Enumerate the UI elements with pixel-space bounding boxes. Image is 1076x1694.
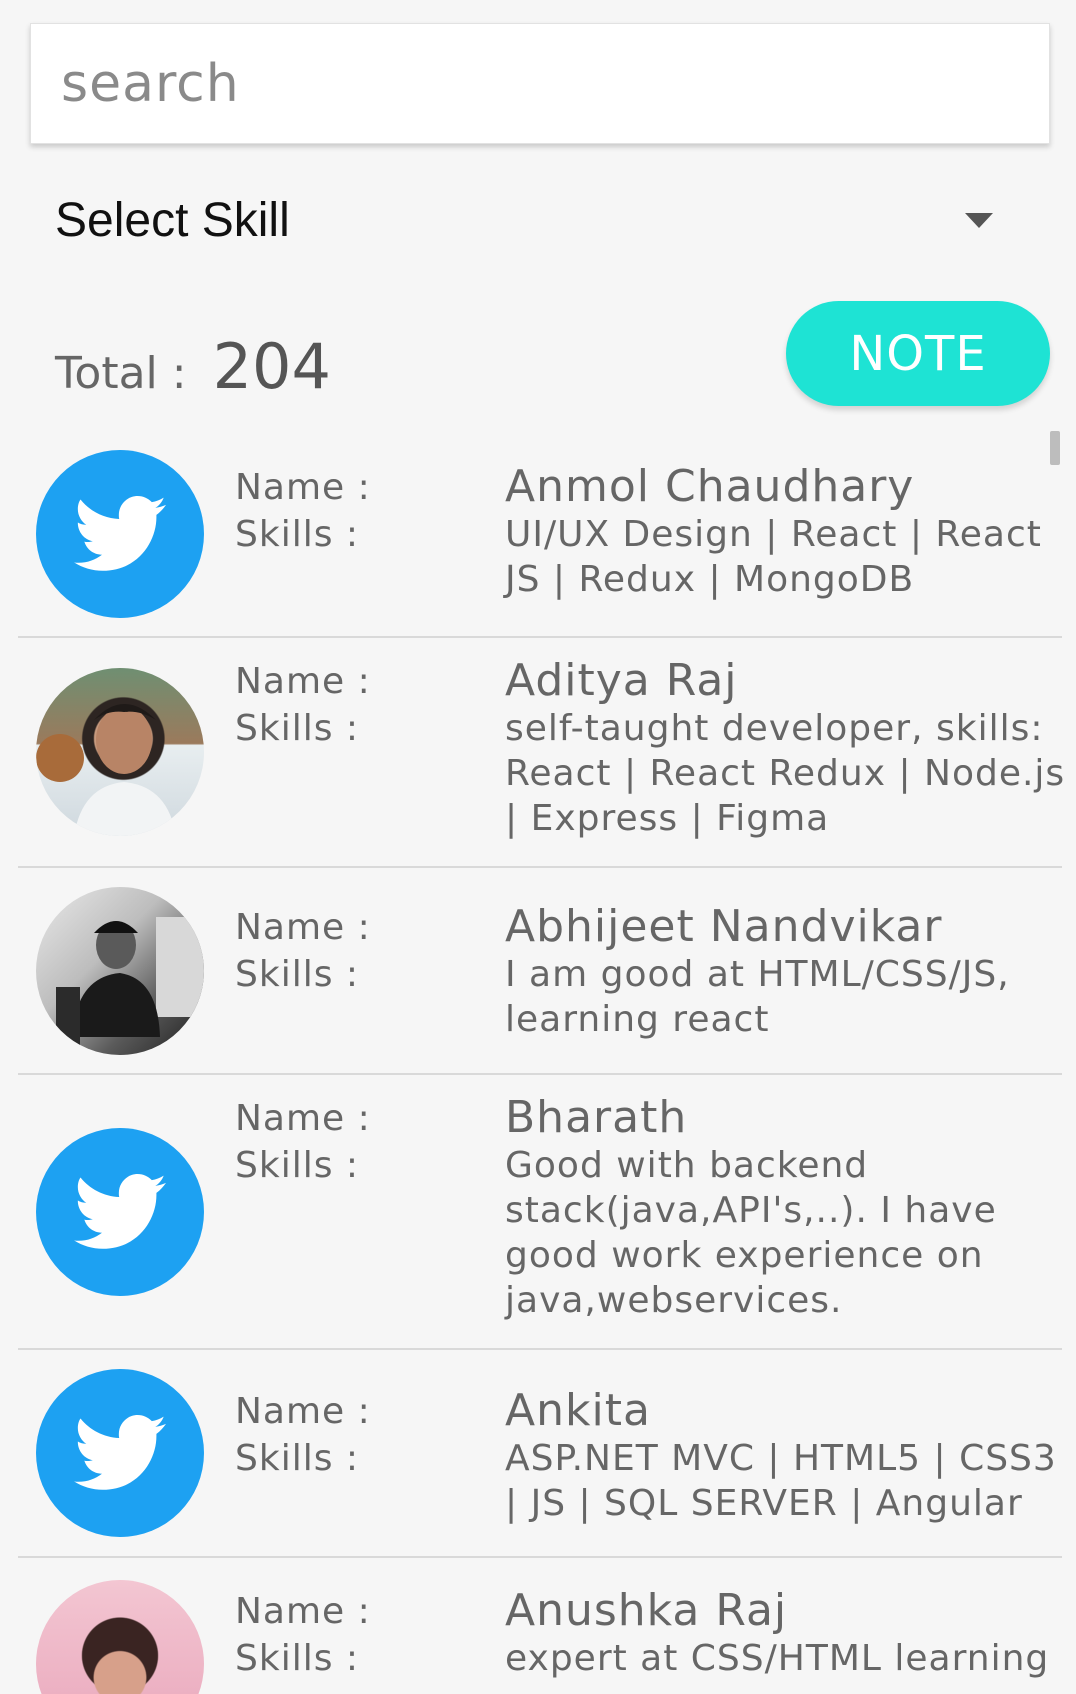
field-labels: Name : Skills :: [235, 1388, 371, 1482]
user-skills: I am good at HTML/CSS/JS, learning react: [505, 954, 1010, 1040]
name-label: Name :: [235, 1391, 371, 1432]
user-skills: ASP.NET MVC | HTML5 | CSS3 | JS | SQL SE…: [505, 1438, 1057, 1524]
name-label: Name :: [235, 907, 371, 948]
name-label: Name :: [235, 467, 371, 508]
user-name: Aditya Raj: [505, 655, 738, 706]
skills-label: Skills :: [235, 1438, 360, 1479]
user-details: Anmol Chaudhary UI/UX Design | React | R…: [505, 462, 1075, 602]
user-details: Ankita ASP.NET MVC | HTML5 | CSS3 | JS |…: [505, 1386, 1075, 1526]
user-skills: UI/UX Design | React | React JS | Redux …: [505, 514, 1042, 600]
user-details: Abhijeet Nandvikar I am good at HTML/CSS…: [505, 902, 1075, 1042]
field-labels: Name : Skills :: [235, 1095, 371, 1189]
user-list: Name : Skills : Anmol Chaudhary UI/UX De…: [0, 432, 1076, 1694]
list-item[interactable]: Name : Skills : Anmol Chaudhary UI/UX De…: [18, 432, 1062, 638]
skill-dropdown[interactable]: Select Skill: [55, 180, 1005, 260]
name-label: Name :: [235, 1098, 371, 1139]
avatar: [36, 886, 204, 1055]
name-label: Name :: [235, 1591, 371, 1632]
user-name: Anmol Chaudhary: [505, 461, 915, 512]
field-labels: Name : Skills :: [235, 1588, 371, 1682]
name-label: Name :: [235, 661, 371, 702]
total-count: 204: [212, 330, 331, 403]
search-input[interactable]: [31, 24, 1049, 143]
user-skills: self-taught developer, skills: React | R…: [505, 708, 1066, 839]
chevron-down-icon: [965, 212, 993, 228]
user-details: Aditya Raj self-taught developer, skills…: [505, 656, 1075, 841]
user-skills: Good with backend stack(java,API's,..). …: [505, 1145, 997, 1321]
field-labels: Name : Skills :: [235, 904, 371, 998]
skills-label: Skills :: [235, 954, 360, 995]
total-label: Total :: [55, 348, 187, 399]
user-details: Anushka Raj expert at CSS/HTML learning: [505, 1586, 1075, 1681]
avatar: [36, 1580, 204, 1694]
search-box: [30, 23, 1050, 144]
skills-label: Skills :: [235, 1638, 360, 1679]
skills-label: Skills :: [235, 708, 360, 749]
user-details: Bharath Good with backend stack(java,API…: [505, 1093, 1075, 1323]
app-screen: Select Skill Total : 204 NOTE Name : Ski…: [0, 0, 1076, 1694]
skills-label: Skills :: [235, 1145, 360, 1186]
skill-dropdown-label: Select Skill: [55, 193, 290, 247]
user-name: Ankita: [505, 1385, 651, 1436]
avatar: [36, 668, 204, 836]
field-labels: Name : Skills :: [235, 464, 371, 558]
twitter-icon: [36, 1127, 204, 1296]
user-name: Bharath: [505, 1092, 688, 1143]
note-button[interactable]: NOTE: [786, 301, 1050, 406]
skills-label: Skills :: [235, 514, 360, 555]
user-name: Abhijeet Nandvikar: [505, 901, 943, 952]
list-item[interactable]: Name : Skills : Bharath Good with backen…: [18, 1075, 1062, 1350]
user-name: Anushka Raj: [505, 1585, 788, 1636]
field-labels: Name : Skills :: [235, 658, 371, 752]
twitter-icon: [36, 1369, 204, 1537]
user-skills: expert at CSS/HTML learning: [505, 1638, 1050, 1679]
list-item[interactable]: Name : Skills : Abhijeet Nandvikar I am …: [18, 868, 1062, 1075]
list-item[interactable]: Name : Skills : Aditya Raj self-taught d…: [18, 638, 1064, 868]
list-item[interactable]: Name : Skills : Ankita ASP.NET MVC | HTM…: [18, 1350, 1062, 1558]
list-item[interactable]: Name : Skills : Anushka Raj expert at CS…: [18, 1558, 1062, 1694]
twitter-icon: [36, 450, 204, 618]
total-summary: Total : 204: [55, 330, 331, 403]
